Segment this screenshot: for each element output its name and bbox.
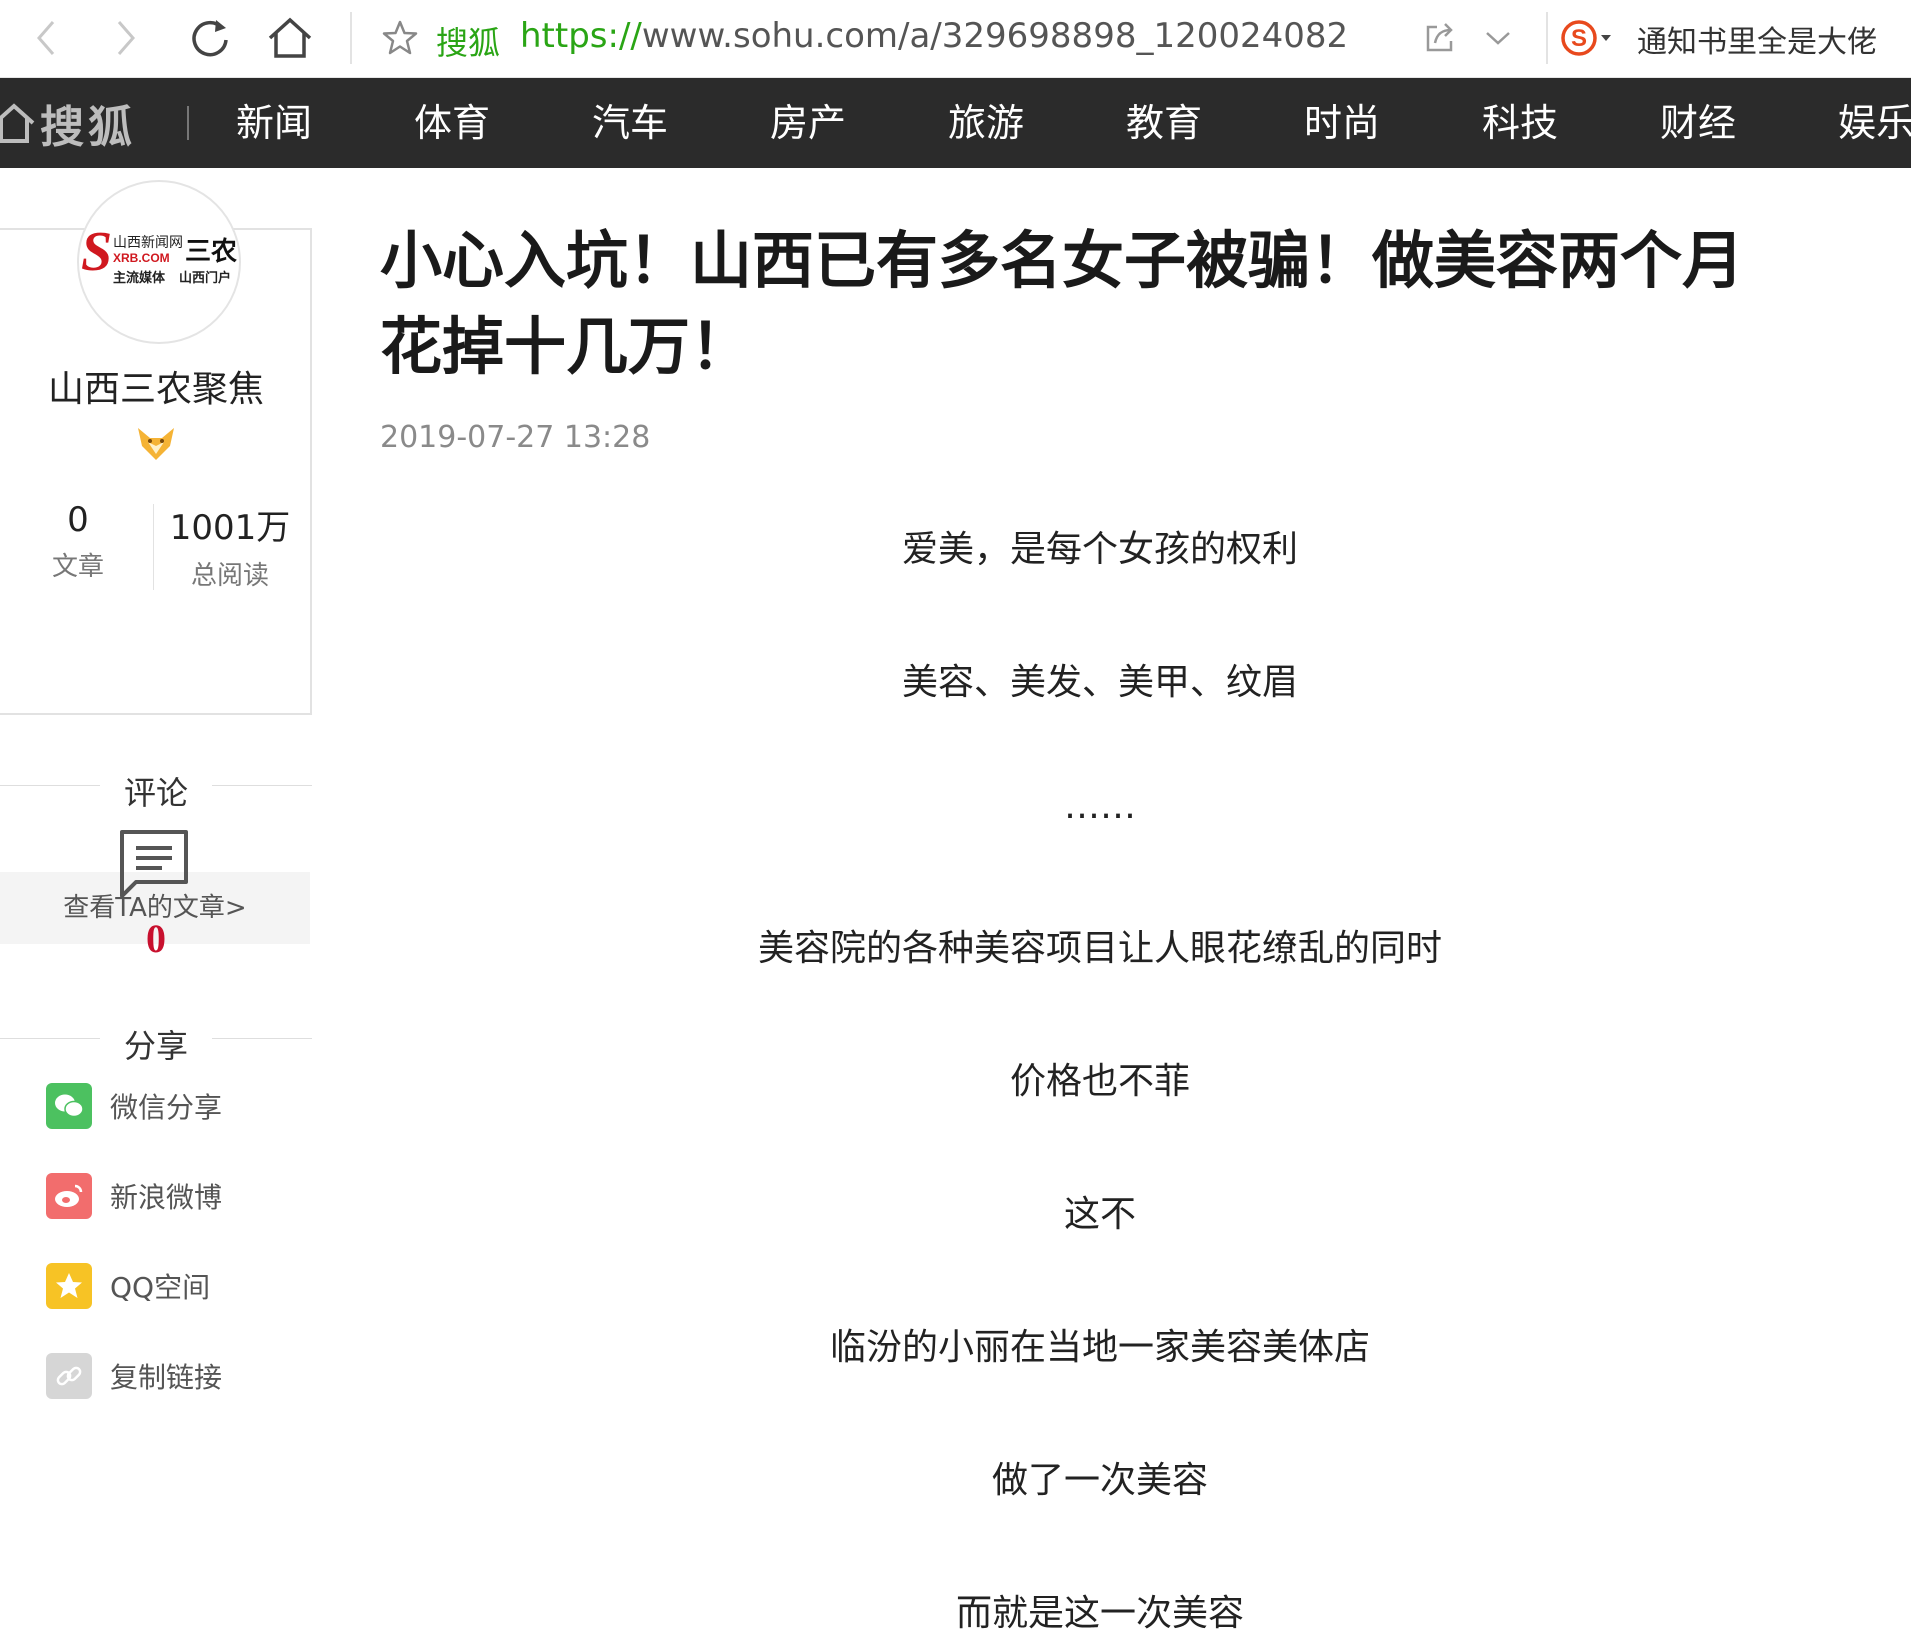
stat-divider	[153, 504, 154, 590]
back-icon	[37, 21, 55, 55]
comment-count[interactable]: 0	[0, 915, 312, 962]
sohu-logo-text: 搜狐	[40, 102, 136, 153]
logo-line-portal: 山西门户	[179, 270, 231, 286]
nav-item-finance[interactable]: 财经	[1660, 78, 1736, 168]
forward-icon	[117, 21, 135, 55]
wechat-icon	[46, 1083, 92, 1129]
site-name-label: 搜狐	[436, 24, 501, 62]
share-weibo-label: 新浪微博	[110, 1181, 223, 1214]
article-title-line1: 小心入坑！山西已有多名女子被骗！做美容两个月	[380, 224, 1745, 297]
author-avatar[interactable]: S 山西新闻网 XRB.COM 主流媒体 山西门户 三农	[77, 180, 241, 344]
logo-line-site: 山西新闻网	[113, 235, 183, 251]
author-name[interactable]: 山西三农聚焦	[0, 360, 312, 412]
nav-item-sports[interactable]: 体育	[414, 78, 490, 168]
chevron-down-icon	[1486, 32, 1510, 45]
share-qzone-label: QQ空间	[110, 1271, 211, 1304]
share-page-button[interactable]	[1412, 10, 1468, 66]
author-logo: S 山西新闻网 XRB.COM 主流媒体 山西门户 三农	[81, 221, 237, 286]
sohu-home-link[interactable]: 搜狐	[0, 78, 136, 168]
back-button[interactable]	[18, 10, 74, 66]
articles-label: 文章	[51, 552, 104, 582]
share-wechat-label: 微信分享	[110, 1091, 223, 1124]
share-weibo[interactable]: 新浪微博	[46, 1173, 222, 1219]
share-out-icon	[1426, 23, 1453, 52]
address-bar[interactable]: https://www.sohu.com/a/329698898_1200240…	[520, 16, 1348, 56]
logo-line-media: 主流媒体	[113, 270, 166, 286]
article-paragraph: ……	[1064, 786, 1136, 827]
star-icon	[382, 20, 418, 55]
site-nav: 搜狐 新闻 体育 汽车 房产 旅游 教育 时尚 科技 财经 娱乐	[0, 78, 1911, 168]
articles-count: 0	[67, 500, 89, 540]
url-protocol: https://	[520, 16, 642, 56]
qzone-icon	[46, 1263, 92, 1309]
comments-heading: 评论	[123, 774, 188, 812]
article-paragraph: 这不	[1063, 1194, 1136, 1235]
article-paragraph: 爱美，是每个女孩的权利	[901, 529, 1298, 570]
nav-item-entertainment[interactable]: 娱乐	[1838, 78, 1911, 168]
reload-icon	[192, 20, 228, 57]
stat-articles: 0 文章	[28, 500, 128, 583]
article-paragraph: 临汾的小丽在当地一家美容美体店	[829, 1327, 1370, 1368]
comment-icon[interactable]	[118, 828, 190, 900]
browser-toolbar: 搜狐 https://www.sohu.com/a/329698898_1200…	[0, 0, 1911, 78]
logo-line-sannong: 三农	[185, 237, 237, 267]
sogou-logo-icon: S	[1561, 20, 1611, 56]
forward-button[interactable]	[98, 10, 154, 66]
reads-count: 1001万	[169, 508, 291, 548]
nav-item-education[interactable]: 教育	[1126, 78, 1202, 168]
nav-item-auto[interactable]: 汽车	[592, 78, 668, 168]
toolbar-separator	[1546, 12, 1548, 64]
link-icon	[46, 1353, 92, 1399]
logo-line-domain: XRB.COM	[113, 251, 170, 265]
article-paragraph: 价格也不菲	[1009, 1061, 1190, 1102]
article-paragraph: 做了一次美容	[991, 1460, 1208, 1501]
article-title: 小心入坑！山西已有多名女子被骗！做美容两个月 花掉十几万！	[380, 218, 1800, 390]
nav-item-news[interactable]: 新闻	[236, 78, 312, 168]
share-copy-link[interactable]: 复制链接	[46, 1353, 222, 1399]
svg-text:S: S	[81, 221, 112, 283]
nav-item-tech[interactable]: 科技	[1482, 78, 1558, 168]
reload-button[interactable]	[182, 10, 238, 66]
share-qzone[interactable]: QQ空间	[46, 1263, 210, 1309]
bookmark-button[interactable]	[372, 10, 428, 66]
article-paragraph: 美容院的各种美容项目让人眼花缭乱的同时	[757, 928, 1442, 969]
share-wechat[interactable]: 微信分享	[46, 1083, 222, 1129]
svg-text:S: S	[1571, 25, 1587, 52]
home-icon	[268, 17, 312, 58]
nav-item-travel[interactable]: 旅游	[948, 78, 1024, 168]
article-title-line2: 花掉十几万！	[380, 310, 753, 383]
weibo-icon	[46, 1173, 92, 1219]
nav-divider	[187, 106, 189, 140]
address-dropdown-button[interactable]	[1470, 10, 1526, 66]
sogou-search-button[interactable]: S	[1560, 10, 1616, 66]
nav-item-realestate[interactable]: 房产	[770, 78, 846, 168]
toolbar-separator	[350, 12, 352, 64]
url-text: www.sohu.com/a/329698898_120024082	[641, 16, 1349, 56]
share-copy-link-label: 复制链接	[110, 1361, 223, 1394]
article-paragraph: 美容、美发、美甲、纹眉	[901, 662, 1298, 703]
home-button[interactable]	[262, 10, 318, 66]
share-heading: 分享	[123, 1027, 188, 1065]
fox-badge-icon	[138, 428, 174, 460]
reads-label: 总阅读	[190, 561, 269, 591]
home-icon	[0, 103, 35, 143]
article-paragraph: 而就是这一次美容	[955, 1593, 1244, 1634]
publish-time: 2019-07-27 13:28	[380, 420, 651, 455]
user-status-text[interactable]: 通知书里全是大佬	[1637, 17, 1877, 61]
stat-reads: 1001万 总阅读	[160, 500, 300, 592]
nav-item-fashion[interactable]: 时尚	[1304, 78, 1380, 168]
